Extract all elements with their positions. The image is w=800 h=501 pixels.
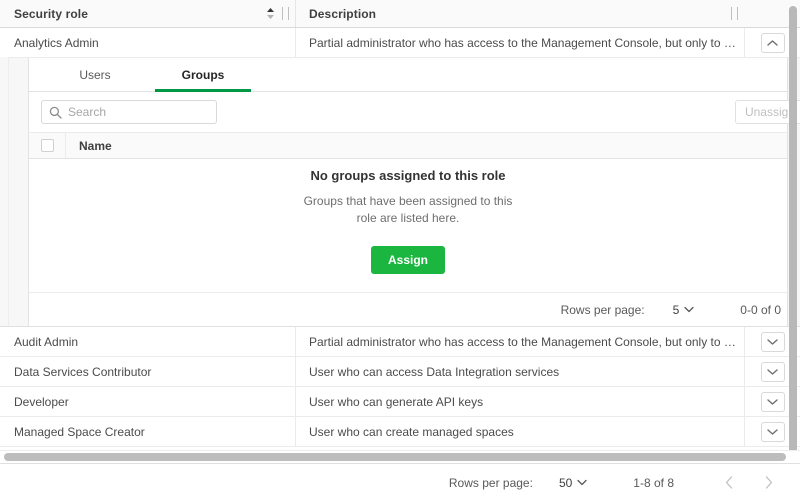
groups-table-header: Name bbox=[29, 132, 787, 159]
select-all-checkbox[interactable] bbox=[41, 139, 54, 152]
previous-page-button[interactable] bbox=[716, 470, 742, 496]
select-all-cell bbox=[29, 133, 65, 158]
cell-security-role: Managed Space Creator bbox=[0, 417, 295, 446]
footer-rows-per-page-value: 50 bbox=[559, 476, 572, 490]
expand-row-button[interactable] bbox=[761, 362, 785, 382]
vertical-scrollbar[interactable] bbox=[789, 6, 797, 453]
horizontal-scrollbar[interactable] bbox=[0, 450, 800, 463]
cell-security-role: Data Services Contributor bbox=[0, 357, 295, 386]
table-footer-pagination: Rows per page: 50 1-8 of 8 bbox=[0, 463, 800, 501]
detail-tabs: Users Groups bbox=[29, 58, 787, 92]
pagination-range: 0-0 of 0 bbox=[740, 303, 781, 317]
cell-description: Partial administrator who has access to … bbox=[295, 327, 744, 356]
table-row-expanded[interactable]: Analytics Admin Partial administrator wh… bbox=[0, 28, 800, 58]
role-description: Partial administrator who has access to … bbox=[309, 335, 736, 349]
rows-per-page-label: Rows per page: bbox=[561, 303, 645, 317]
detail-toolbar: Unassign bbox=[29, 92, 787, 132]
expand-row-button[interactable] bbox=[761, 392, 785, 412]
search-field[interactable] bbox=[41, 100, 217, 124]
search-icon bbox=[49, 106, 62, 119]
column-header-label-description: Description bbox=[309, 7, 376, 21]
column-header-name[interactable]: Name bbox=[65, 133, 787, 158]
chevron-down-icon bbox=[767, 338, 778, 346]
collapse-row-button[interactable] bbox=[761, 33, 785, 53]
rows-per-page-select[interactable]: 5 bbox=[673, 303, 695, 317]
column-header-label-name: Name bbox=[79, 139, 112, 153]
footer-rows-per-page-select[interactable]: 50 bbox=[559, 476, 587, 490]
empty-state-subtitle: Groups that have been assigned to this r… bbox=[303, 193, 513, 227]
role-name: Developer bbox=[14, 395, 295, 409]
role-description: User who can create managed spaces bbox=[309, 425, 736, 439]
cell-description: User who can create managed spaces bbox=[295, 417, 744, 446]
empty-state: No groups assigned to this role Groups t… bbox=[29, 159, 787, 292]
assign-button[interactable]: Assign bbox=[371, 246, 445, 274]
chevron-up-icon bbox=[767, 39, 778, 47]
column-resize-handle-security-role[interactable] bbox=[282, 7, 289, 20]
chevron-left-icon bbox=[725, 476, 733, 489]
chevron-down-icon bbox=[767, 428, 778, 436]
role-description: Partial administrator who has access to … bbox=[309, 36, 736, 50]
column-header-label-security-role: Security role bbox=[14, 7, 88, 21]
table-header-row: Security role Description bbox=[0, 0, 800, 28]
unassign-button-label: Unassign bbox=[745, 105, 795, 119]
table-row[interactable]: Managed Space Creator User who can creat… bbox=[0, 417, 800, 447]
cell-description: User who can access Data Integration ser… bbox=[295, 357, 744, 386]
cell-security-role: Audit Admin bbox=[0, 327, 295, 356]
column-header-tools-description bbox=[731, 7, 744, 20]
next-page-button[interactable] bbox=[756, 470, 782, 496]
horizontal-scrollbar-thumb[interactable] bbox=[4, 453, 786, 461]
rows-per-page-value: 5 bbox=[673, 303, 680, 317]
tab-groups-label: Groups bbox=[182, 68, 225, 82]
column-header-security-role[interactable]: Security role bbox=[0, 0, 295, 27]
column-header-tools-security-role bbox=[266, 7, 295, 20]
tab-groups[interactable]: Groups bbox=[149, 58, 257, 91]
column-header-description[interactable]: Description bbox=[295, 0, 744, 27]
chevron-right-icon bbox=[765, 476, 773, 489]
footer-rows-per-page-label: Rows per page: bbox=[449, 476, 533, 490]
table-row[interactable]: Audit Admin Partial administrator who ha… bbox=[0, 327, 800, 357]
security-roles-table-view: Security role Description Analytics Admi… bbox=[0, 0, 800, 501]
cell-security-role: Developer bbox=[0, 387, 295, 416]
tab-users[interactable]: Users bbox=[41, 58, 149, 91]
role-description: User who can access Data Integration ser… bbox=[309, 365, 736, 379]
column-resize-handle-description[interactable] bbox=[731, 7, 738, 20]
chevron-down-icon bbox=[767, 398, 778, 406]
cell-security-role: Analytics Admin bbox=[0, 28, 295, 57]
role-detail-panel: Users Groups Unassign bbox=[28, 58, 788, 326]
role-name: Analytics Admin bbox=[14, 36, 295, 50]
sort-icon[interactable] bbox=[266, 7, 275, 20]
tab-users-label: Users bbox=[79, 68, 110, 82]
footer-pagination-range: 1-8 of 8 bbox=[633, 476, 674, 490]
cell-description: User who can generate API keys bbox=[295, 387, 744, 416]
role-name: Audit Admin bbox=[14, 335, 295, 349]
chevron-down-icon bbox=[684, 306, 694, 313]
expanded-detail-container: Users Groups Unassign bbox=[0, 58, 800, 327]
chevron-down-icon bbox=[577, 479, 587, 486]
table-row[interactable]: Data Services Contributor User who can a… bbox=[0, 357, 800, 387]
expanded-row-gutter bbox=[0, 57, 9, 326]
expand-row-button[interactable] bbox=[761, 422, 785, 442]
empty-state-title: No groups assigned to this role bbox=[310, 168, 505, 183]
cell-description: Partial administrator who has access to … bbox=[295, 28, 744, 57]
role-name: Data Services Contributor bbox=[14, 365, 295, 379]
table-row[interactable]: Developer User who can generate API keys bbox=[0, 387, 800, 417]
expand-row-button[interactable] bbox=[761, 332, 785, 352]
chevron-down-icon bbox=[767, 368, 778, 376]
groups-pagination: Rows per page: 5 0-0 of 0 bbox=[29, 292, 787, 326]
role-description: User who can generate API keys bbox=[309, 395, 736, 409]
role-name: Managed Space Creator bbox=[14, 425, 295, 439]
search-input[interactable] bbox=[68, 105, 209, 119]
